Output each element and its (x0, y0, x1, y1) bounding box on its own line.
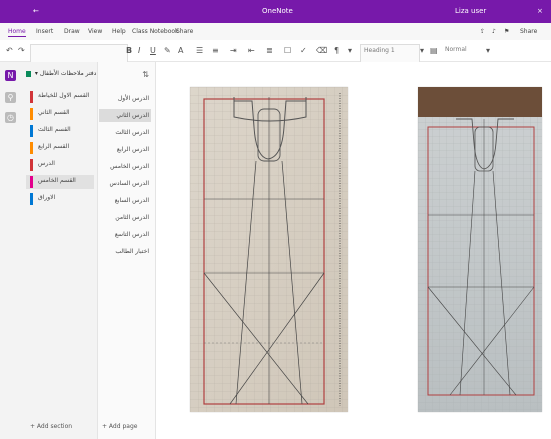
notebook-rail: N ⚲ ◷ (0, 62, 22, 439)
page-item[interactable]: الدرس السابع (99, 194, 151, 207)
style-box[interactable]: Heading 1 (360, 44, 420, 63)
page-item[interactable]: الدرس الأول (99, 92, 151, 105)
eraser-icon[interactable]: ⌫ (316, 46, 327, 56)
indent-icon[interactable]: ⇥ (230, 46, 237, 56)
underline-icon[interactable]: U (150, 46, 156, 56)
bookmark-icon[interactable]: ⚑ (504, 28, 509, 35)
recent-icon[interactable]: ◷ (5, 112, 16, 123)
tab-view[interactable]: View (88, 28, 102, 35)
section-color-tab (30, 159, 33, 171)
dropdown-icon[interactable]: ▾ (486, 46, 490, 56)
close-icon[interactable]: × (537, 7, 543, 15)
page-canvas[interactable] (156, 62, 551, 439)
bullets-icon[interactable]: ☰ (196, 46, 203, 56)
section-item[interactable]: القسم الثالث (26, 124, 94, 138)
notebook-title[interactable]: ▾ دفتر ملاحظات الأطفال (26, 70, 96, 77)
numbering-icon[interactable]: ≡ (212, 46, 219, 56)
section-color-tab (30, 125, 33, 137)
share-button[interactable]: Share (520, 28, 537, 35)
bell-icon[interactable]: ♪ (492, 28, 496, 35)
bold-icon[interactable]: B (126, 46, 132, 56)
app-title: OneNote (262, 7, 293, 15)
pages-pane: ⇅ الدرس الأول الدرس الثاني الدرس الثالث الد… (98, 62, 156, 439)
section-label: الدرس (38, 160, 55, 167)
tab-class-notebook[interactable]: Class Notebook (132, 28, 179, 35)
sections-pane: ▾ دفتر ملاحظات الأطفال القسم الاول للخيا… (22, 62, 98, 439)
sort-icon[interactable]: ⇅ (142, 70, 149, 79)
highlight-icon[interactable]: ✎ (164, 46, 171, 56)
section-item[interactable]: القسم الاول للخياطة (26, 90, 94, 104)
pattern-photo-right[interactable] (418, 87, 542, 412)
section-color-tab (30, 193, 33, 205)
page-item[interactable]: الدرس الخامس (99, 160, 151, 173)
tab-draw[interactable]: Draw (64, 28, 80, 35)
section-label: القسم الخامس (38, 177, 76, 184)
add-page-button[interactable]: + Add page (102, 423, 137, 430)
add-section-button[interactable]: + Add section (30, 423, 72, 430)
dropdown-icon[interactable]: ▾ (420, 46, 424, 56)
title-bar: ← OneNote Liza user × (0, 0, 551, 23)
ribbon-toolbar: ↶ ↷ B I U ✎ A ☰ ≡ ⇥ ⇤ ≣ ☐ ✓ ⌫ ¶ ▾ Headin… (0, 40, 551, 63)
align-icon[interactable]: ≣ (266, 46, 273, 56)
notebook-icon[interactable]: N (5, 70, 16, 81)
tag-icon[interactable]: ✓ (300, 46, 307, 56)
page-item[interactable]: اختبار الطالب (99, 245, 151, 258)
page-item[interactable]: الدرس الرابع (99, 143, 151, 156)
undo-icon[interactable]: ↶ (6, 46, 13, 56)
redo-icon[interactable]: ↷ (18, 46, 25, 56)
normal-style-box[interactable]: Normal (442, 44, 488, 61)
section-label: الاوراق (38, 194, 56, 201)
section-color-tab (30, 91, 33, 103)
share-icon[interactable]: ⇪ (480, 28, 485, 35)
back-icon[interactable]: ← (33, 7, 39, 15)
section-item[interactable]: القسم الخامس (26, 175, 94, 189)
user-name[interactable]: Liza user (455, 7, 486, 15)
tab-insert[interactable]: Insert (36, 28, 53, 35)
page-item[interactable]: الدرس السادس (99, 177, 151, 190)
page-item[interactable]: الدرس التاسع (99, 228, 151, 241)
section-label: القسم الثالث (38, 126, 71, 133)
tab-share[interactable]: Share (176, 28, 193, 35)
notebook-name: دفتر ملاحظات الأطفال (39, 70, 97, 77)
section-label: القسم الاول للخياطة (38, 92, 90, 99)
section-color-tab (30, 108, 33, 120)
section-item[interactable]: الاوراق (26, 192, 94, 206)
section-color-tab (30, 176, 33, 188)
font-color-icon[interactable]: A (178, 46, 183, 56)
section-item[interactable]: القسم الثاني (26, 107, 94, 121)
font-name-box[interactable] (30, 44, 128, 63)
chevron-down-icon: ▾ (34, 70, 38, 77)
checkbox-icon[interactable]: ☐ (284, 46, 291, 56)
section-item[interactable]: الدرس (26, 158, 94, 172)
italic-icon[interactable]: I (138, 46, 140, 56)
section-label: القسم الثاني (38, 109, 70, 116)
pattern-photo-left[interactable] (190, 87, 348, 412)
tab-home[interactable]: Home (8, 28, 26, 37)
section-label: القسم الرابع (38, 143, 70, 150)
ribbon-tabs: Home Insert Draw View Help Class Noteboo… (0, 23, 551, 40)
section-color-tab (30, 142, 33, 154)
page-item[interactable]: الدرس الثالث (99, 126, 151, 139)
dropdown-icon[interactable]: ▾ (348, 46, 352, 56)
search-icon[interactable]: ⚲ (5, 92, 16, 103)
tab-help[interactable]: Help (112, 28, 126, 35)
style-icon[interactable]: ▤ (430, 46, 438, 56)
page-item[interactable]: الدرس الثامن (99, 211, 151, 224)
paragraph-icon[interactable]: ¶ (334, 46, 339, 56)
notebook-icon (26, 70, 31, 77)
outdent-icon[interactable]: ⇤ (248, 46, 255, 56)
page-item[interactable]: الدرس الثاني (99, 109, 151, 122)
section-item[interactable]: القسم الرابع (26, 141, 94, 155)
